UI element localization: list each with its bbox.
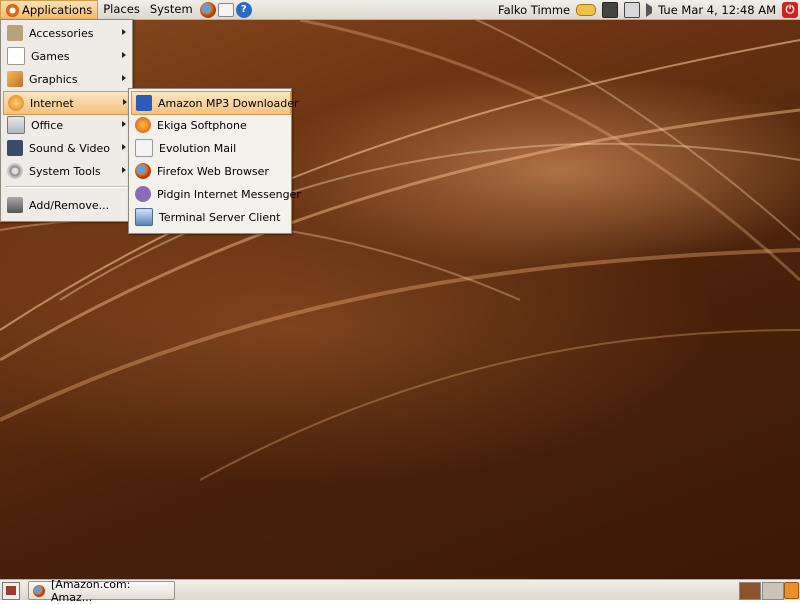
menu-item-label: Terminal Server Client [159, 210, 281, 224]
menu-item-firefox[interactable]: Firefox Web Browser [131, 160, 289, 182]
pidgin-icon [135, 186, 151, 202]
switch-user-icon[interactable] [576, 3, 597, 16]
graphics-icon [7, 71, 23, 87]
firefox-icon [135, 163, 151, 179]
clock-label[interactable]: Tue Mar 4, 12:48 AM [658, 3, 776, 17]
menu-item-pidgin[interactable]: Pidgin Internet Messenger [131, 183, 301, 205]
system-tools-icon [7, 163, 23, 179]
submenu-arrow-icon [122, 29, 126, 35]
ekiga-icon [135, 117, 151, 133]
system-label: System [149, 2, 193, 16]
places-menu-button[interactable]: Places [98, 0, 145, 19]
applications-menu-button[interactable]: Applications [0, 0, 99, 19]
firefox-icon[interactable] [199, 1, 216, 18]
menu-item-office[interactable]: Office [3, 114, 130, 136]
office-icon [7, 116, 25, 134]
taskbar-window-button[interactable]: [Amazon.com: Amaz... [28, 578, 175, 604]
menu-item-add-remove[interactable]: Add/Remove... [3, 194, 130, 216]
menu-item-label: Ekiga Softphone [157, 118, 247, 132]
submenu-arrow-icon [123, 99, 127, 105]
submenu-arrow-icon [122, 52, 126, 58]
add-remove-icon [7, 197, 23, 213]
shutdown-icon[interactable]: ⏻ [782, 1, 798, 18]
menu-item-label: Games [31, 49, 70, 63]
menu-item-terminal-server[interactable]: Terminal Server Client [131, 206, 289, 228]
internet-submenu: Amazon MP3 Downloader Ekiga Softphone Ev… [128, 88, 301, 234]
amazon-icon [136, 95, 152, 111]
submenu-arrow-icon [122, 167, 126, 173]
system-menu-button[interactable]: System [145, 0, 198, 19]
menu-item-sound-video[interactable]: Sound & Video [3, 137, 130, 159]
applications-menu: Accessories Games Graphics Internet Offi… [0, 19, 133, 222]
bottom-panel: [Amazon.com: Amaz... [0, 578, 800, 604]
accessories-icon [7, 25, 23, 41]
menu-item-label: Sound & Video [29, 141, 111, 155]
user-name-label[interactable]: Falko Timme [498, 3, 570, 17]
submenu-arrow-icon [122, 121, 126, 127]
games-icon [7, 47, 25, 65]
menu-item-accessories[interactable]: Accessories [3, 22, 130, 44]
menu-separator [5, 186, 128, 188]
trash-icon[interactable] [784, 582, 799, 599]
menu-item-games[interactable]: Games [3, 45, 130, 67]
mail-icon[interactable] [217, 2, 234, 17]
evolution-icon [135, 139, 153, 157]
workspace-switcher [739, 582, 784, 600]
menu-item-label: Office [31, 118, 64, 132]
places-label: Places [103, 2, 140, 16]
menu-item-label: Firefox Web Browser [157, 164, 269, 178]
submenu-arrow-icon [122, 144, 126, 150]
update-notifier-icon[interactable] [602, 1, 619, 18]
menu-item-label: Evolution Mail [159, 141, 237, 155]
menu-item-label: Graphics [29, 72, 78, 86]
terminal-server-icon [135, 208, 153, 226]
show-desktop-button[interactable] [2, 582, 20, 600]
workspace-1[interactable] [739, 582, 761, 600]
network-icon[interactable] [624, 1, 641, 18]
menu-item-label: Pidgin Internet Messenger [157, 187, 301, 201]
panel-notification-area: Falko Timme Tue Mar 4, 12:48 AM ⏻ [498, 0, 800, 19]
menu-item-ekiga[interactable]: Ekiga Softphone [131, 114, 289, 136]
menu-item-evolution[interactable]: Evolution Mail [131, 137, 289, 159]
menu-item-label: System Tools [29, 164, 101, 178]
menu-item-label: Add/Remove... [29, 198, 110, 212]
top-panel: Applications Places System ? Falko Timme… [0, 0, 800, 20]
firefox-icon [33, 584, 45, 597]
menu-item-internet[interactable]: Internet [3, 91, 132, 115]
menu-item-label: Amazon MP3 Downloader [158, 96, 299, 110]
help-icon[interactable]: ? [235, 1, 252, 18]
volume-icon[interactable] [646, 2, 653, 17]
menu-item-label: Accessories [29, 26, 94, 40]
submenu-arrow-icon [122, 75, 126, 81]
ubuntu-logo-icon [6, 3, 19, 17]
menu-item-system-tools[interactable]: System Tools [3, 160, 130, 182]
menu-item-label: Internet [30, 96, 74, 110]
internet-icon [8, 95, 24, 111]
applications-label: Applications [22, 2, 93, 17]
menu-item-amazon-mp3[interactable]: Amazon MP3 Downloader [131, 91, 299, 115]
menu-item-graphics[interactable]: Graphics [3, 68, 130, 90]
sound-video-icon [7, 140, 23, 156]
workspace-2[interactable] [762, 582, 784, 600]
